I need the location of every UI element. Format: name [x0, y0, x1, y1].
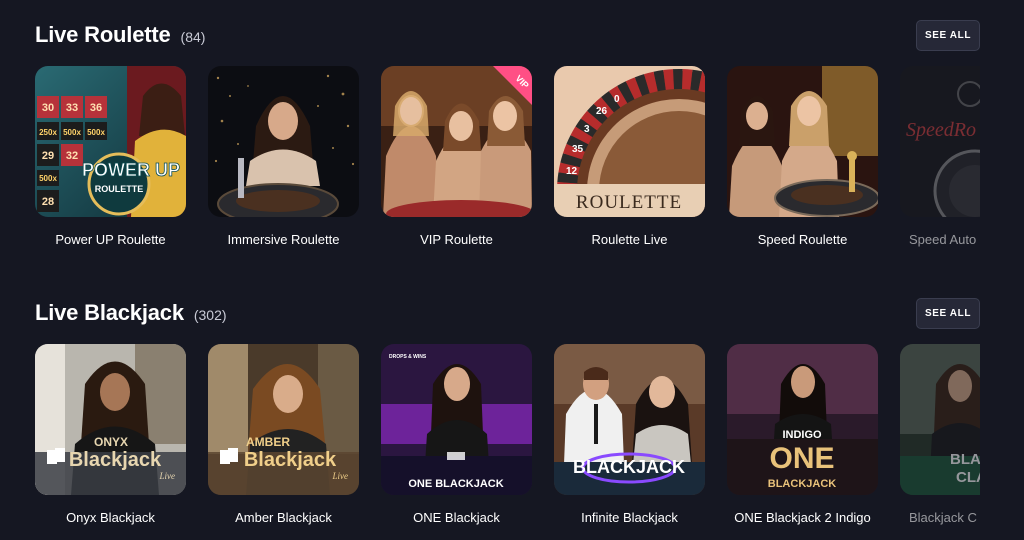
game-title[interactable]: ONE Blackjack 2 Indigo — [727, 510, 878, 525]
game-card-speed-auto[interactable]: SpeedRo Speed Auto — [900, 66, 980, 247]
art-number: 12 — [566, 166, 578, 177]
game-thumbnail[interactable]: BLACKJACK — [554, 344, 705, 495]
art-title: BLACKJACK — [573, 457, 685, 477]
game-card-speed-roulette[interactable]: Speed Roulette — [727, 66, 878, 247]
art-subtitle: BLACKJACK — [768, 478, 837, 490]
game-thumbnail[interactable]: VIP — [381, 66, 532, 217]
game-thumbnail[interactable] — [727, 66, 878, 217]
art-number: 0 — [614, 94, 620, 105]
art-title: ROULETTE — [576, 192, 682, 213]
section-count: (84) — [180, 29, 206, 45]
game-title[interactable]: ONE Blackjack — [381, 510, 532, 525]
art-multiplier: 500x — [87, 128, 105, 137]
game-title[interactable]: VIP Roulette — [381, 232, 532, 247]
game-card-one-blackjack[interactable]: ONE BLACKJACK DROPS & WINS ONE Blackjack — [381, 344, 532, 525]
game-card-immersive-roulette[interactable]: Immersive Roulette — [208, 66, 359, 247]
drops-wins-badge: DROPS & WINS — [389, 354, 427, 360]
art-subtitle: AMBER — [246, 435, 290, 449]
see-all-button[interactable]: SEE ALL — [916, 20, 980, 51]
art-title: ONE BLACKJACK — [408, 478, 503, 490]
game-title[interactable]: Power UP Roulette — [35, 232, 186, 247]
game-art: AMBER Blackjack Live — [208, 344, 359, 495]
section-header: Live Roulette (84) — [35, 22, 205, 48]
game-title[interactable]: Speed Roulette — [727, 232, 878, 247]
game-title[interactable]: Roulette Live — [554, 232, 705, 247]
game-art: VIP — [381, 66, 532, 217]
art-number: 36 — [90, 102, 102, 114]
game-title[interactable]: Immersive Roulette — [208, 232, 359, 247]
art-number: 30 — [42, 102, 54, 114]
art-subtitle: INDIGO — [782, 429, 822, 441]
section-title[interactable]: Live Blackjack — [35, 300, 184, 326]
game-thumbnail[interactable] — [208, 66, 359, 217]
game-card-blackjack-classic[interactable]: BLACK CLAS Blackjack C — [900, 344, 980, 525]
game-art: 30 33 36 250x 500x 500x 29 32 500x 28 PO… — [35, 66, 186, 217]
art-title: Blackjack — [69, 449, 162, 471]
game-card-vip-roulette[interactable]: VIP VIP Roulette — [381, 66, 532, 247]
art-number: 35 — [572, 144, 584, 155]
game-art: BLACKJACK — [554, 344, 705, 495]
art-title: POWER UP — [82, 160, 180, 180]
game-card-amber-blackjack[interactable]: AMBER Blackjack Live Amber Blackjack — [208, 344, 359, 525]
art-title: ONE — [769, 442, 834, 475]
game-title[interactable]: Amber Blackjack — [208, 510, 359, 525]
section-header: Live Blackjack (302) — [35, 300, 227, 326]
section-count: (302) — [193, 307, 227, 323]
game-card-onyx-blackjack[interactable]: ONYX Blackjack Live Onyx Blackjack — [35, 344, 186, 525]
game-thumbnail[interactable]: INDIGO ONE BLACKJACK — [727, 344, 878, 495]
art-multiplier: 250x — [39, 128, 57, 137]
game-art: INDIGO ONE BLACKJACK — [727, 344, 878, 495]
art-title: Blackjack — [244, 449, 337, 471]
game-thumbnail[interactable]: ONYX Blackjack Live — [35, 344, 186, 495]
art-subtitle: CLAS — [956, 469, 980, 486]
game-thumbnail[interactable]: AMBER Blackjack Live — [208, 344, 359, 495]
art-number: 28 — [42, 196, 54, 208]
game-card-one-blackjack-2-indigo[interactable]: INDIGO ONE BLACKJACK ONE Blackjack 2 Ind… — [727, 344, 878, 525]
game-card-infinite-blackjack[interactable]: BLACKJACK Infinite Blackjack — [554, 344, 705, 525]
game-art: 12 35 3 26 0 ROULETTE — [554, 66, 705, 217]
art-subtitle: ONYX — [94, 435, 128, 449]
game-thumbnail[interactable]: 12 35 3 26 0 ROULETTE — [554, 66, 705, 217]
game-title[interactable]: Blackjack C — [900, 510, 980, 525]
game-art: ONE BLACKJACK DROPS & WINS — [381, 344, 532, 495]
game-art: ONYX Blackjack Live — [35, 344, 186, 495]
game-thumbnail[interactable]: ONE BLACKJACK DROPS & WINS — [381, 344, 532, 495]
game-art: SpeedRo — [900, 66, 980, 217]
art-number: 26 — [596, 106, 608, 117]
game-art — [727, 66, 878, 217]
game-card-roulette-live[interactable]: 12 35 3 26 0 ROULETTE Roulette Live — [554, 66, 705, 247]
game-title[interactable]: Onyx Blackjack — [35, 510, 186, 525]
game-carousel: 30 33 36 250x 500x 500x 29 32 500x 28 PO… — [35, 66, 980, 256]
art-live-label: Live — [332, 471, 349, 481]
section-title[interactable]: Live Roulette — [35, 22, 171, 48]
game-title[interactable]: Infinite Blackjack — [554, 510, 705, 525]
art-multiplier: 500x — [63, 128, 81, 137]
game-thumbnail[interactable]: BLACK CLAS — [900, 344, 980, 495]
art-subtitle: ROULETTE — [95, 184, 144, 194]
game-carousel: ONYX Blackjack Live Onyx Blackjack AMBER… — [35, 344, 980, 534]
game-thumbnail[interactable]: SpeedRo — [900, 66, 980, 217]
game-art — [208, 66, 359, 217]
see-all-button[interactable]: SEE ALL — [916, 298, 980, 329]
game-card-power-up-roulette[interactable]: 30 33 36 250x 500x 500x 29 32 500x 28 PO… — [35, 66, 186, 247]
art-title: SpeedRo — [906, 119, 976, 141]
art-multiplier: 500x — [39, 174, 57, 183]
art-number: 33 — [66, 102, 78, 114]
art-title: BLACK — [950, 451, 980, 468]
game-art: BLACK CLAS — [900, 344, 980, 495]
art-number: 3 — [584, 124, 590, 135]
game-title[interactable]: Speed Auto — [900, 232, 980, 247]
art-number: 29 — [42, 150, 54, 162]
art-live-label: Live — [159, 471, 176, 481]
game-thumbnail[interactable]: 30 33 36 250x 500x 500x 29 32 500x 28 PO… — [35, 66, 186, 217]
art-number: 32 — [66, 150, 78, 162]
